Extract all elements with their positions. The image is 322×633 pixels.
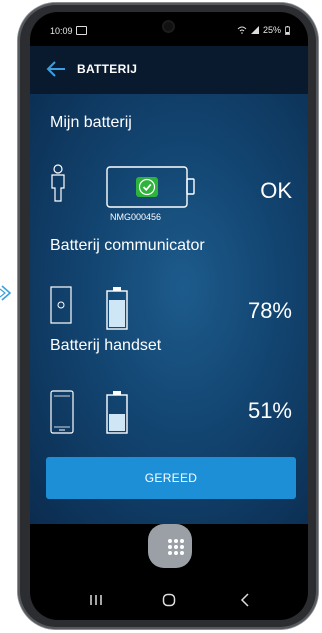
phone-icon (50, 390, 74, 434)
recent-apps-icon[interactable] (89, 594, 103, 606)
handset-title: Batterij handset (50, 337, 162, 354)
communicator-level: 78% (247, 298, 292, 323)
apps-grid-icon (168, 539, 184, 555)
person-icon (51, 164, 65, 202)
back-nav-icon[interactable] (240, 593, 250, 607)
status-time: 10:09 (50, 26, 73, 36)
handset-battery-icon (106, 391, 128, 434)
my-battery-status: OK (260, 178, 292, 203)
signal-icon (250, 26, 259, 34)
my-battery-title: Mijn batterij (50, 114, 132, 131)
handset-level: 51% (247, 398, 292, 423)
front-camera (164, 22, 173, 31)
communicator-battery-icon (106, 287, 128, 330)
status-battery-percent: 25% (262, 25, 281, 35)
status-right: 25% (237, 25, 290, 35)
apps-button[interactable] (148, 524, 192, 568)
done-button[interactable]: GEREED (46, 457, 296, 499)
page-title: BATTERIJ (77, 62, 138, 76)
phone-screen: 10:09 25% BATTERIJ Mijn batterij NMG0004… (30, 12, 308, 620)
wifi-icon (237, 26, 247, 34)
communicator-title: Batterij communicator (50, 237, 205, 254)
system-nav-bar (30, 578, 308, 620)
battery-serial: NMG000456 (110, 212, 162, 222)
status-bar: 10:09 25% (30, 12, 308, 46)
image-notification-icon (76, 26, 87, 35)
battery-ok-icon (106, 166, 195, 208)
home-icon[interactable] (162, 593, 176, 607)
chevron-right-icon (0, 285, 12, 301)
arrow-left-icon[interactable] (46, 61, 66, 77)
device-icon (50, 286, 72, 324)
app-bar: BATTERIJ (30, 46, 308, 94)
battery-status-icon (285, 25, 290, 35)
